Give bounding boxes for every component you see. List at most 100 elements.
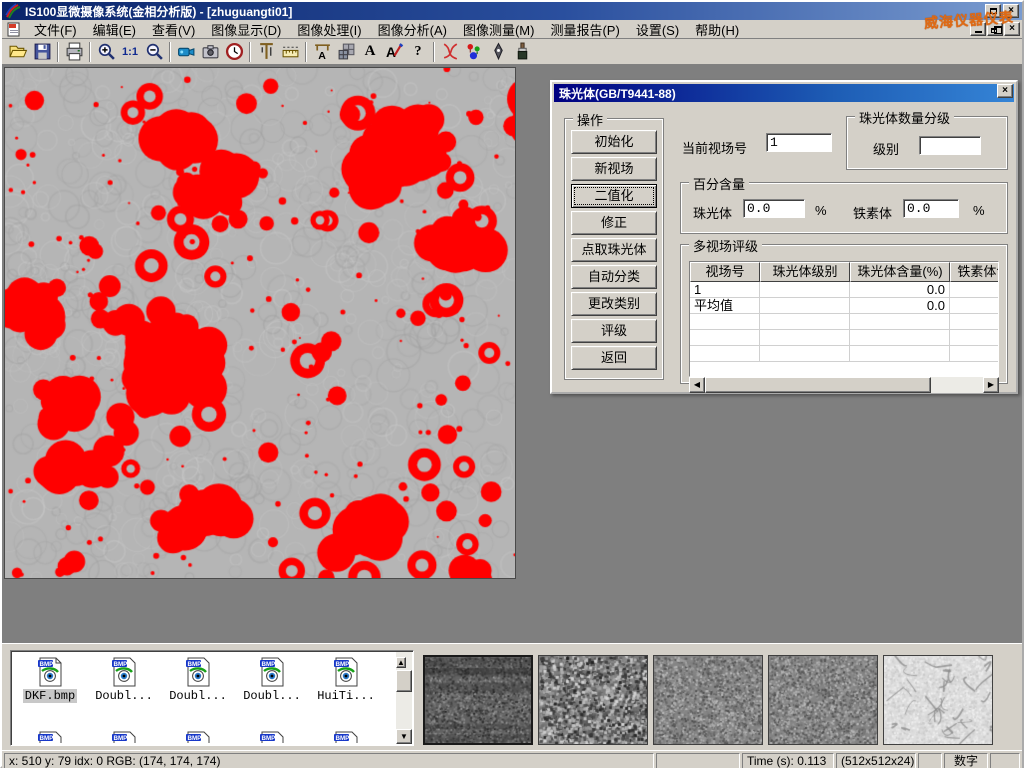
table-row[interactable] xyxy=(690,314,999,330)
col-header-pearlite-level[interactable]: 珠光体级别 xyxy=(760,262,850,282)
bmp-file-icon: BMP xyxy=(185,731,211,743)
col-header-pearlite-content[interactable]: 珠光体含量(%) xyxy=(850,262,950,282)
ruler-button[interactable] xyxy=(278,40,302,63)
file-item[interactable]: BMP HuiTi... xyxy=(309,653,383,703)
status-mode: 数字 xyxy=(944,753,988,768)
menu-view[interactable]: 查看(V) xyxy=(144,19,203,40)
video-camera-button[interactable] xyxy=(174,40,198,63)
new-field-button[interactable]: 新视场 xyxy=(571,157,657,181)
close-button[interactable]: × xyxy=(1003,4,1019,18)
init-button[interactable]: 初始化 xyxy=(571,130,657,154)
actual-size-button[interactable]: 1:1 xyxy=(118,40,142,63)
scroll-right-icon[interactable]: ▶ xyxy=(983,377,999,393)
toolbar-separator xyxy=(89,42,91,62)
text-tool-button[interactable]: A xyxy=(358,40,382,63)
file-item[interactable]: BMP DKF.bmp xyxy=(13,653,87,703)
thumbnail-3[interactable] xyxy=(653,655,763,745)
menu-image-display[interactable]: 图像显示(D) xyxy=(203,19,289,40)
caliper-button[interactable] xyxy=(254,40,278,63)
measure-caliper-icon: A xyxy=(313,42,332,61)
maximize-button[interactable] xyxy=(985,4,1001,18)
rating-table: 视场号 珠光体级别 珠光体含量(%) 铁素体含量(%) 1 0.0 xyxy=(689,261,999,377)
file-item[interactable]: BMP Doubl... xyxy=(235,653,309,703)
annotate-tool-button[interactable]: A xyxy=(382,40,406,63)
table-row[interactable]: 平均值 0.0 xyxy=(690,298,999,314)
capture-button[interactable] xyxy=(198,40,222,63)
thumbnail-5[interactable] xyxy=(883,655,993,745)
grading-group: 珠光体数量分级 级别 xyxy=(846,116,1008,170)
dialog-close-button[interactable]: × xyxy=(997,84,1013,98)
menu-file[interactable]: 文件(F) xyxy=(26,19,85,40)
zoom-out-button[interactable] xyxy=(142,40,166,63)
file-item[interactable]: BMP xyxy=(309,727,383,743)
table-row[interactable]: 1 0.0 xyxy=(690,282,999,298)
menu-image-processing[interactable]: 图像处理(I) xyxy=(289,19,369,40)
table-row[interactable] xyxy=(690,330,999,346)
annotate-tool-icon: A xyxy=(385,42,404,61)
auto-classify-button[interactable]: 自动分类 xyxy=(571,265,657,289)
file-item[interactable]: BMP Doubl... xyxy=(87,653,161,703)
mdi-restore-button[interactable] xyxy=(987,22,1003,36)
brush-tool-button[interactable] xyxy=(510,40,534,63)
mdi-close-button[interactable]: × xyxy=(1004,22,1020,36)
file-list: BMP DKF.bmp BMP Doubl... BMP Doubl... BM… xyxy=(10,650,414,746)
menu-help[interactable]: 帮助(H) xyxy=(687,19,747,40)
current-field-input[interactable] xyxy=(766,133,832,152)
pearlite-percent-input[interactable] xyxy=(743,199,805,218)
table-horizontal-scrollbar[interactable]: ◀ ▶ xyxy=(689,377,999,393)
measure-caliper-button[interactable]: A xyxy=(310,40,334,63)
scrollbar-thumb[interactable] xyxy=(705,377,931,393)
scroll-up-icon[interactable]: ▲ xyxy=(396,657,406,668)
zoom-in-button[interactable] xyxy=(94,40,118,63)
toolbar-separator xyxy=(57,42,59,62)
help-button[interactable]: ? xyxy=(406,40,430,63)
pen-tool-button[interactable] xyxy=(486,40,510,63)
menu-edit[interactable]: 编辑(E) xyxy=(85,19,144,40)
ferrite-percent-input[interactable] xyxy=(903,199,959,218)
col-header-ferrite-content[interactable]: 铁素体含量(%) xyxy=(950,262,999,282)
dialog-title-bar[interactable]: 珠光体(GB/T9441-88) xyxy=(554,84,1014,102)
open-button[interactable] xyxy=(6,40,30,63)
scroll-down-icon[interactable]: ▼ xyxy=(396,729,412,744)
scroll-left-icon[interactable]: ◀ xyxy=(689,377,705,393)
change-class-button[interactable]: 更改类别 xyxy=(571,292,657,316)
status-empty-panel xyxy=(918,753,942,768)
menu-measure-report[interactable]: 测量报告(P) xyxy=(542,19,627,40)
thumbnail-1[interactable] xyxy=(423,655,533,745)
level-input[interactable] xyxy=(919,136,981,155)
bmp-file-icon: BMP xyxy=(259,657,285,687)
save-button[interactable] xyxy=(30,40,54,63)
print-button[interactable] xyxy=(62,40,86,63)
file-item[interactable]: BMP xyxy=(13,727,87,743)
mdi-minimize-button[interactable] xyxy=(970,22,986,36)
ferrite-label: 铁素体 xyxy=(853,203,892,222)
curve-tool-button[interactable] xyxy=(438,40,462,63)
status-time: Time (s): 0.113 xyxy=(742,753,834,768)
file-item[interactable]: BMP Doubl... xyxy=(161,653,235,703)
document-icon xyxy=(6,22,22,37)
menu-image-analysis[interactable]: 图像分析(A) xyxy=(370,19,455,40)
menu-settings[interactable]: 设置(S) xyxy=(628,19,687,40)
pick-pearlite-button[interactable]: 点取珠光体 xyxy=(571,238,657,262)
file-item[interactable]: BMP xyxy=(235,727,309,743)
file-list-scrollbar[interactable]: ▲ ▼ xyxy=(396,652,412,744)
thumbnail-2[interactable] xyxy=(538,655,648,745)
file-item[interactable]: BMP xyxy=(161,727,235,743)
rate-button[interactable]: 评级 xyxy=(571,319,657,343)
scrollbar-thumb[interactable] xyxy=(396,670,412,692)
metallograph-image[interactable] xyxy=(4,67,516,579)
col-header-field[interactable]: 视场号 xyxy=(690,262,760,282)
status-position: x: 510 y: 79 idx: 0 RGB: (174, 174, 174) xyxy=(4,753,654,768)
table-row[interactable] xyxy=(690,346,999,362)
file-item[interactable]: BMP xyxy=(87,727,161,743)
binarize-button[interactable]: 二值化 xyxy=(571,184,657,208)
count-markers-button[interactable] xyxy=(462,40,486,63)
thumbnail-4[interactable] xyxy=(768,655,878,745)
clock-button[interactable] xyxy=(222,40,246,63)
bmp-file-icon: BMP xyxy=(185,657,211,687)
return-button[interactable]: 返回 xyxy=(571,346,657,370)
correct-button[interactable]: 修正 xyxy=(571,211,657,235)
cell-level xyxy=(760,282,850,298)
menu-image-measure[interactable]: 图像测量(M) xyxy=(455,19,543,40)
grid-tool-button[interactable] xyxy=(334,40,358,63)
